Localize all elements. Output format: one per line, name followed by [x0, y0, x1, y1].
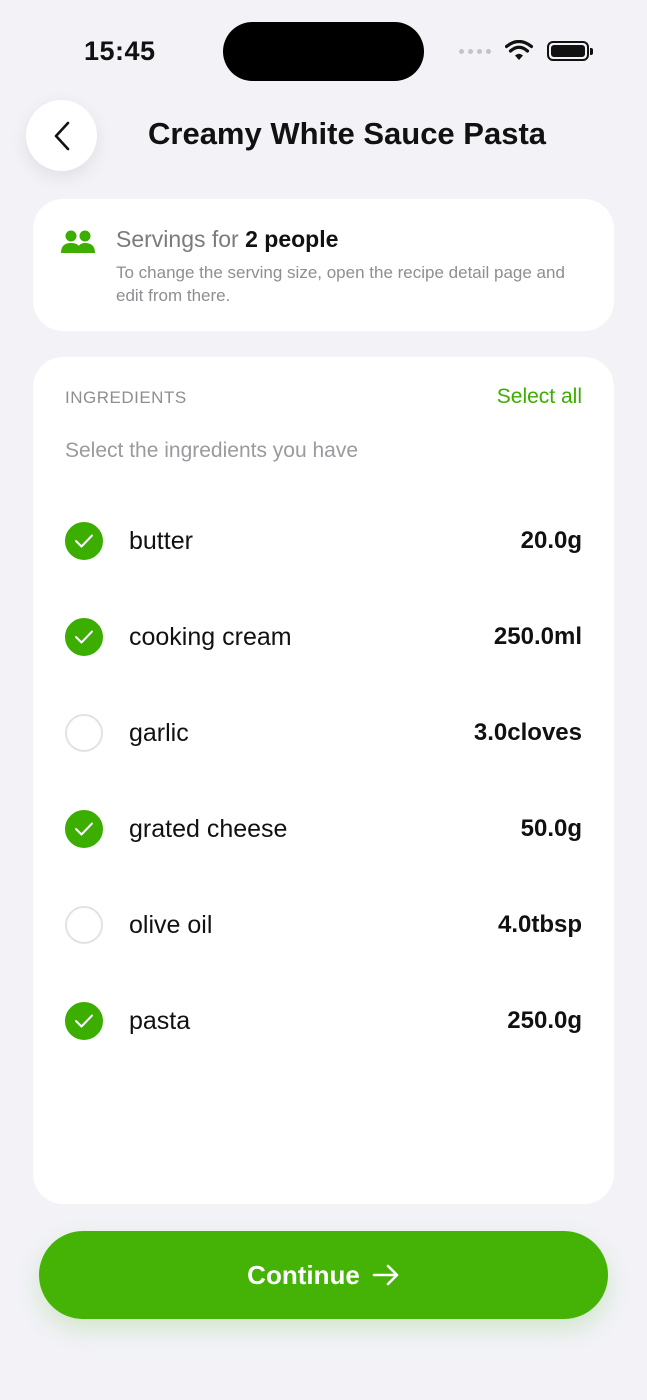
checkmark-icon — [75, 534, 93, 548]
ingredient-name: pasta — [129, 1006, 191, 1035]
ingredient-name: cooking cream — [129, 622, 292, 651]
servings-text: Servings for 2 people — [116, 226, 338, 253]
ingredient-quantity: 250.0g — [507, 1007, 582, 1034]
wifi-icon — [505, 40, 533, 60]
status-time: 15:45 — [84, 36, 156, 66]
servings-count: 2 people — [245, 226, 339, 252]
ingredient-name: olive oil — [129, 910, 213, 939]
ingredient-row[interactable]: garlic 3.0cloves — [65, 685, 582, 781]
ingredient-row[interactable]: olive oil 4.0tbsp — [65, 877, 582, 973]
servings-card: Servings for 2 people To change the serv… — [33, 199, 614, 331]
status-bar: 15:45 — [0, 0, 647, 100]
checkmark-icon — [75, 1014, 93, 1028]
ingredient-checkbox[interactable] — [65, 906, 103, 944]
ingredient-quantity: 3.0cloves — [473, 719, 582, 746]
ingredient-name: butter — [129, 526, 193, 555]
status-icons — [459, 40, 593, 62]
ingredient-row[interactable]: pasta 250.0g — [65, 973, 582, 1069]
ingredient-checkbox[interactable] — [65, 1002, 103, 1040]
ingredient-quantity: 4.0tbsp — [497, 911, 582, 938]
ingredients-subtitle: Select the ingredients you have — [65, 439, 359, 462]
signal-icon — [459, 48, 491, 54]
ingredients-card: INGREDIENTS Select all Select the ingred… — [33, 357, 614, 1204]
ingredient-name: garlic — [129, 718, 189, 747]
ingredient-row[interactable]: cooking cream 250.0ml — [65, 589, 582, 685]
ingredient-quantity: 50.0g — [520, 815, 582, 842]
ingredient-list: butter 20.0g cooking cream 250.0ml garli… — [65, 493, 582, 1069]
ingredient-quantity: 250.0ml — [493, 623, 582, 650]
chevron-left-icon — [54, 121, 69, 150]
ingredient-row[interactable]: grated cheese 50.0g — [65, 781, 582, 877]
arrow-right-icon — [372, 1264, 399, 1286]
continue-label: Continue — [247, 1259, 360, 1290]
back-button[interactable] — [26, 100, 97, 171]
ingredient-checkbox[interactable] — [65, 618, 103, 656]
ingredient-checkbox[interactable] — [65, 522, 103, 560]
battery-icon — [547, 41, 593, 61]
select-all-button[interactable]: Select all — [497, 385, 582, 409]
ingredient-name: grated cheese — [129, 814, 288, 843]
servings-prefix: Servings for — [116, 226, 239, 252]
people-icon — [61, 230, 95, 253]
page-title: Creamy White Sauce Pasta — [148, 116, 547, 151]
ingredient-checkbox[interactable] — [65, 714, 103, 752]
ingredient-quantity: 20.0g — [520, 527, 582, 554]
continue-button[interactable]: Continue — [39, 1231, 608, 1319]
dynamic-island — [223, 22, 424, 81]
checkmark-icon — [75, 822, 93, 836]
ingredient-row[interactable]: butter 20.0g — [65, 493, 582, 589]
ingredient-checkbox[interactable] — [65, 810, 103, 848]
checkmark-icon — [75, 630, 93, 644]
servings-hint: To change the serving size, open the rec… — [116, 263, 565, 305]
ingredients-label: INGREDIENTS — [65, 388, 187, 407]
